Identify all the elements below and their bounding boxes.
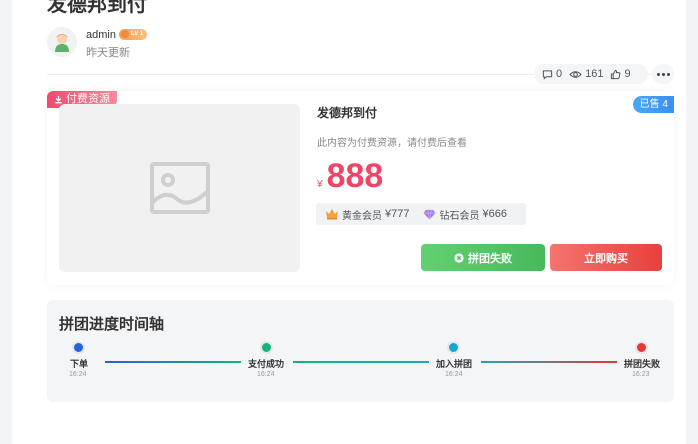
product-thumbnail <box>59 104 300 272</box>
product-price: ¥ 888 <box>317 157 383 196</box>
timeline-title: 拼团进度时间轴 <box>59 316 165 333</box>
timeline-step-label: 加入拼团 <box>436 359 473 369</box>
member-prices: 黄金会员 ¥777 钻石会员 ¥666 <box>316 203 526 225</box>
group-status-button[interactable]: 拼团失败 <box>421 244 545 271</box>
comment-icon <box>542 69 553 80</box>
close-circle-icon <box>454 252 464 263</box>
like-count[interactable]: 9 <box>610 68 631 80</box>
timeline-step-label: 下单 <box>70 359 89 369</box>
author-row: admin LV 1 昨天更新 <box>47 27 347 59</box>
timeline-step-label: 支付成功 <box>248 359 285 369</box>
group-status-label: 拼团失败 <box>468 252 512 265</box>
timeline-step-dot <box>447 341 460 354</box>
diamond-icon <box>424 209 436 220</box>
timeline-step-time: 16:23 <box>632 371 650 378</box>
more-options-button[interactable] <box>652 64 674 84</box>
timeline-step-time: 16:24 <box>257 371 275 378</box>
timeline-step-time: 16:24 <box>445 371 463 378</box>
diamond-member-value: ¥666 <box>482 208 507 220</box>
product-title: 发德邦到付 <box>317 106 378 120</box>
timeline-step-dot <box>260 341 273 354</box>
timeline-step-label: 拼团失败 <box>624 359 661 369</box>
gold-member-label: 黄金会员 <box>342 210 382 222</box>
update-time: 昨天更新 <box>86 47 130 59</box>
level-badge: LV 1 <box>119 29 148 40</box>
product-description: 此内容为付费资源，请付费后查看 <box>317 138 467 149</box>
price-value: 888 <box>326 157 384 195</box>
group-timeline: 拼团进度时间轴 下单 16:24 支付成功 16:24 加入拼团 16:24 拼… <box>47 300 674 402</box>
diamond-member-label: 钻石会员 <box>439 210 480 222</box>
sold-count-badge: 已售 4 <box>632 96 674 113</box>
gold-member-value: ¥777 <box>385 208 410 220</box>
more-dot <box>666 72 670 76</box>
crown-icon <box>326 209 338 220</box>
timeline-step-dot <box>635 341 648 354</box>
comment-count[interactable]: 0 <box>542 68 562 80</box>
avatar[interactable] <box>47 27 77 57</box>
view-count: 161 <box>569 68 603 80</box>
author-name[interactable]: admin <box>86 29 116 41</box>
paid-resource-card: 付费资源 已售 4 发德邦到付 此内容为付费资源，请付费后查看 ¥ 888 黄金… <box>47 91 674 285</box>
more-dot <box>656 72 660 76</box>
image-placeholder-icon <box>149 162 210 214</box>
eye-icon <box>569 70 582 78</box>
post-title: 发德邦到付 <box>47 0 147 16</box>
more-dot <box>661 72 665 76</box>
post-card: 发德邦到付 admin LV 1 昨天更新 0 161 9 付费资源 已售 4 … <box>12 0 686 444</box>
timeline-connector <box>481 361 617 363</box>
download-icon <box>55 95 62 104</box>
diamond-member-price: 钻石会员 ¥666 <box>423 207 507 222</box>
buy-now-button[interactable]: 立即购买 <box>550 244 662 271</box>
thumbs-up-icon <box>611 69 621 79</box>
gold-member-price: 黄金会员 ¥777 <box>325 207 409 222</box>
user-avatar-icon <box>55 34 69 52</box>
view-count-value: 161 <box>585 68 604 80</box>
comment-count-value: 0 <box>556 68 563 80</box>
timeline-connector <box>105 361 241 363</box>
like-count-value: 9 <box>624 68 631 80</box>
timeline-step-dot <box>72 341 85 354</box>
currency-symbol: ¥ <box>317 179 323 190</box>
timeline-step-time: 16:24 <box>69 371 87 378</box>
post-stats: 0 161 9 <box>534 64 648 84</box>
timeline-connector <box>293 361 429 363</box>
